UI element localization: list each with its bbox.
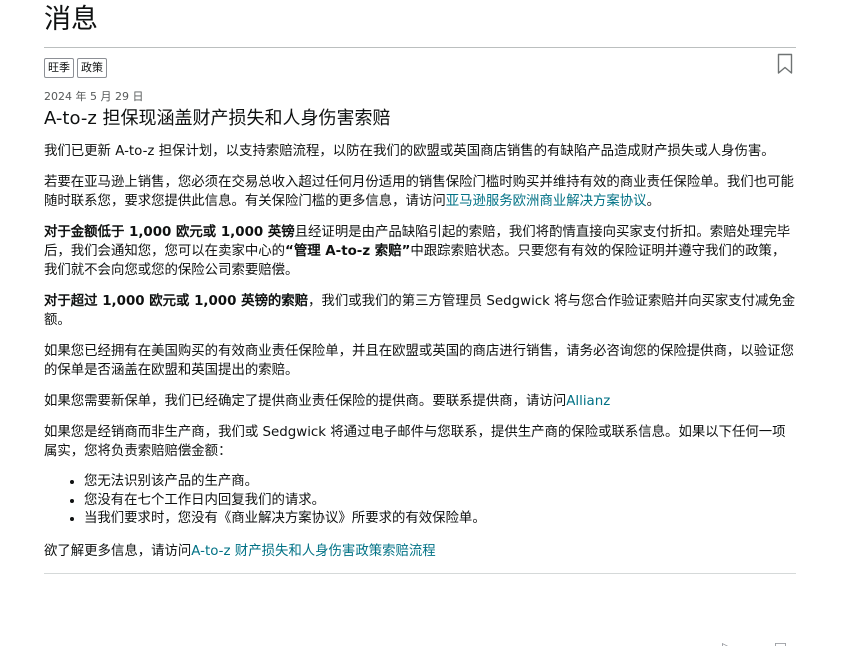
news-panel: 消息 旺季 政策 2024 年 5 月 29 日 A-to-z 担保现涵盖财产损失…: [44, 0, 796, 574]
bold-text: “管理 A-to-z 索赔”: [285, 244, 411, 259]
article-actions: ▷ □: [722, 637, 787, 646]
article-title: A-to-z 担保现涵盖财产损失和人身伤害索赔: [44, 108, 391, 129]
page-title: 消息: [44, 4, 98, 35]
tag-row: 旺季 政策: [44, 53, 796, 88]
paragraph-reseller: 如果您是经销商而非生产商，我们或 Sedgwick 将通过电子邮件与您联系，提供…: [44, 425, 786, 459]
article-divider: [44, 572, 796, 574]
comment-icon[interactable]: □: [774, 639, 787, 646]
claims-process-link[interactable]: A-to-z 财产损失和人身伤害政策索赔流程: [191, 544, 435, 559]
paragraph-insurance-requirement: 若要在亚马逊上销售，您必须在交易总收入超过任何月份适用的销售保险门槛时购买并维持…: [44, 173, 796, 211]
title-divider: [44, 47, 796, 48]
paragraph-text: 若要在亚马逊上销售，您必须在交易总收入超过任何月份适用的销售保险门槛时购买并维持…: [44, 175, 794, 209]
paragraph-small-claims: 对于金额低于 1,000 欧元或 1,000 英镑且经证明是由产品缺陷引起的索赔…: [44, 223, 796, 280]
paragraph-more-info: 欲了解更多信息，请访问A-to-z 财产损失和人身伤害政策索赔流程: [44, 542, 796, 561]
allianz-link[interactable]: Allianz: [566, 394, 610, 409]
thumbs-up-icon[interactable]: ▷: [722, 639, 733, 646]
list-item: 当我们要求时，您没有《商业解决方案协议》所要求的有效保险单。: [84, 510, 796, 529]
paragraph-text: 。: [646, 194, 660, 209]
tag-policy[interactable]: 政策: [77, 58, 107, 78]
list-item: 您无法识别该产品的生产商。: [84, 473, 796, 492]
business-solutions-agreement-link[interactable]: 亚马逊服务欧洲商业解决方案协议: [446, 194, 647, 209]
paragraph-new-policy: 如果您需要新保单，我们已经确定了提供商业责任保险的提供商。要联系提供商，请访问A…: [44, 392, 796, 411]
bold-text: 对于超过 1,000 欧元或 1,000 英镑的索赔: [44, 294, 309, 309]
paragraph-large-claims: 对于超过 1,000 欧元或 1,000 英镑的索赔，我们或我们的第三方管理员 …: [44, 292, 796, 330]
liability-conditions-list: 您无法识别该产品的生产商。 您没有在七个工作日内回复我们的请求。 当我们要求时，…: [44, 473, 796, 529]
paragraph-text: 如果您需要新保单，我们已经确定了提供商业责任保险的提供商。要联系提供商，请访问: [44, 394, 567, 409]
paragraph-update: 我们已更新 A-to-z 担保计划，以支持索赔流程，以防在我们的欧盟或英国商店销…: [44, 144, 775, 159]
paragraph-us-insurance: 如果您已经拥有在美国购买的有效商业责任保险单，并且在欧盟或英国的商店进行销售，请…: [44, 344, 794, 378]
article-date: 2024 年 5 月 29 日: [44, 90, 144, 103]
list-item: 您没有在七个工作日内回复我们的请求。: [84, 492, 796, 511]
article-body: 我们已更新 A-to-z 担保计划，以支持索赔流程，以防在我们的欧盟或英国商店销…: [44, 142, 796, 561]
bookmark-icon[interactable]: [777, 53, 793, 75]
tag-peak-season[interactable]: 旺季: [44, 58, 74, 78]
paragraph-text: 欲了解更多信息，请访问: [44, 543, 192, 559]
bold-text: 对于金额低于 1,000 欧元或 1,000 英镑: [44, 225, 295, 240]
